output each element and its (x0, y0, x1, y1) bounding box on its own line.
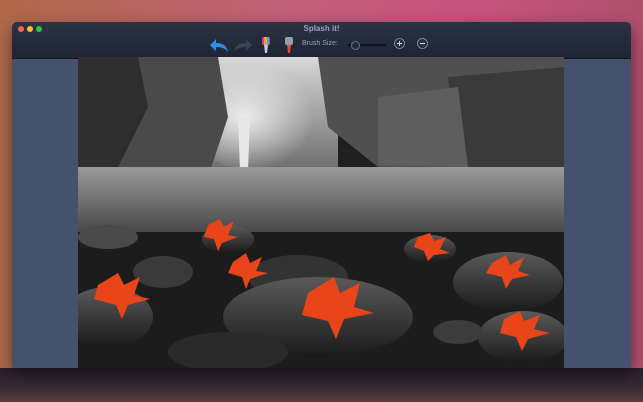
color-brush-icon (262, 37, 270, 53)
photo-image (78, 57, 564, 368)
photo-canvas[interactable] (78, 57, 564, 368)
zoom-in-button[interactable] (394, 36, 405, 49)
zoom-out-button[interactable] (417, 36, 428, 49)
undo-button[interactable] (209, 36, 229, 54)
window-title: Splash it! (303, 24, 340, 33)
app-window: Splash it! Brush Size: (12, 22, 631, 368)
desktop-background (0, 368, 643, 402)
zoom-out-icon (417, 38, 428, 49)
brush-size-slider[interactable] (348, 41, 386, 50)
gray-brush-button[interactable] (282, 36, 296, 54)
brush-size-label: Brush Size: (302, 40, 338, 47)
redo-arrow-icon (234, 39, 252, 52)
titlebar-toolbar: Splash it! Brush Size: (12, 22, 631, 59)
zoom-in-icon (394, 38, 405, 49)
gray-brush-icon (285, 37, 293, 53)
brush-size-knob[interactable] (351, 41, 360, 50)
undo-arrow-icon (210, 39, 228, 52)
color-brush-button[interactable] (259, 36, 273, 54)
redo-button[interactable] (233, 36, 253, 54)
